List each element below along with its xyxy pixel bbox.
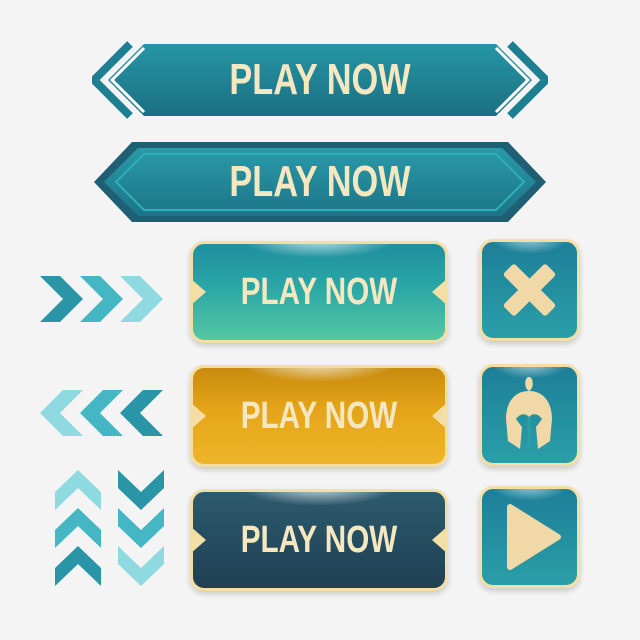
chevron-up-icon <box>55 508 101 548</box>
banner-label: PLAY NOW <box>229 55 411 104</box>
button-notch-right <box>432 526 445 554</box>
banner-label: PLAY NOW <box>229 157 411 206</box>
up-chevrons <box>55 470 101 586</box>
chevron-down-icon <box>118 508 164 548</box>
chevron-down-icon <box>118 546 164 586</box>
chevron-right-icon <box>40 276 83 322</box>
left-chevrons <box>40 390 164 436</box>
play-now-banner-outlined[interactable]: PLAY NOW <box>92 40 548 120</box>
close-icon <box>503 264 556 316</box>
button-notch-right <box>432 278 445 306</box>
chevron-left-icon <box>40 390 83 436</box>
play-now-button-teal[interactable]: PLAY NOW <box>190 241 448 343</box>
play-now-banner-solid[interactable]: PLAY NOW <box>92 142 548 222</box>
play-icon <box>507 504 561 570</box>
chevron-up-icon <box>55 470 101 510</box>
button-notch-left <box>193 278 206 306</box>
button-label: PLAY NOW <box>240 270 398 313</box>
right-chevrons <box>40 276 164 322</box>
chevron-right-icon <box>80 276 123 322</box>
helmet-button[interactable] <box>479 364 580 466</box>
chevron-up-icon <box>55 546 101 586</box>
button-notch-right <box>432 402 445 430</box>
play-now-button-dark[interactable]: PLAY NOW <box>190 489 448 591</box>
spartan-helmet-icon <box>506 377 552 449</box>
play-now-button-gold[interactable]: PLAY NOW <box>190 365 448 467</box>
chevron-down-icon <box>118 470 164 510</box>
button-notch-left <box>193 526 206 554</box>
button-label: PLAY NOW <box>240 394 398 437</box>
button-label: PLAY NOW <box>240 518 398 561</box>
chevron-left-icon <box>80 390 123 436</box>
close-button[interactable] <box>479 239 580 341</box>
chevron-right-icon <box>120 276 163 322</box>
play-button[interactable] <box>479 486 580 588</box>
chevron-left-icon <box>120 390 163 436</box>
button-notch-left <box>193 402 206 430</box>
down-chevrons <box>118 470 164 586</box>
